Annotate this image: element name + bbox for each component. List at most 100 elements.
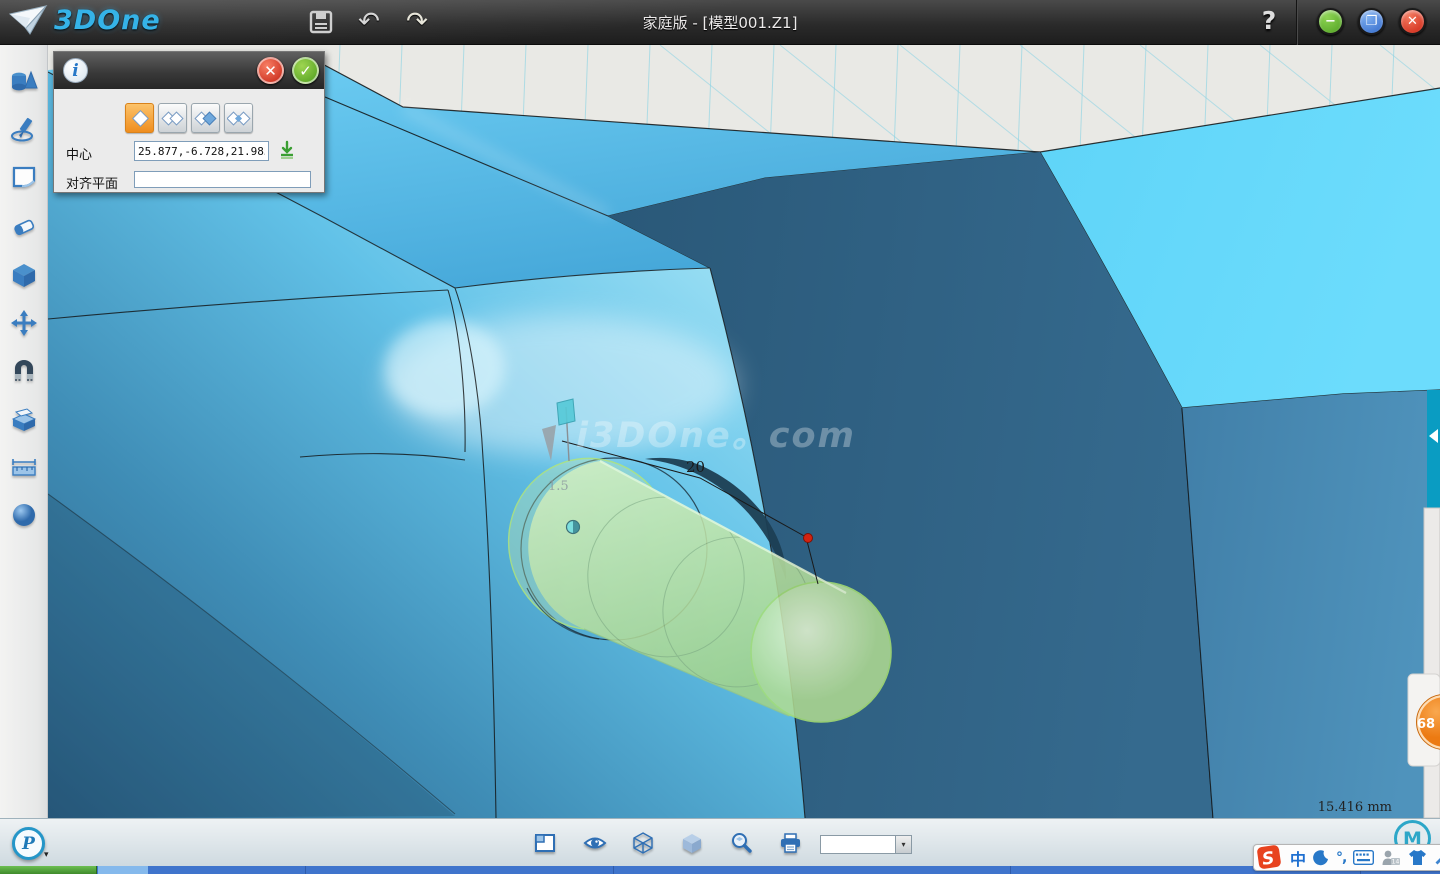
app-window: 3DOne ↶ ↷ 家庭版 - [模型001.Z1] ? − ❐ ✕ [0, 0, 1440, 874]
paper-plane-icon [8, 4, 48, 36]
scale-readout: 15.416 mm [1318, 800, 1392, 815]
print-button[interactable] [779, 832, 801, 854]
os-taskbar[interactable] [0, 866, 1440, 874]
sidebar-primitives-button[interactable] [7, 63, 41, 99]
pen-caret[interactable]: ▾ [44, 850, 49, 860]
ime-settings-button[interactable] [1434, 849, 1440, 866]
shaded-cube-icon [681, 832, 703, 854]
dialog-cancel-button[interactable]: ✕ [257, 57, 284, 84]
3d-viewport[interactable]: 20 1.5 i3DOne。com 15.416 mm [48, 45, 1440, 818]
keyboard-icon [1353, 850, 1374, 865]
ruler-icon [10, 456, 38, 478]
watermark: i3DOne。com [576, 416, 856, 456]
undo-button[interactable]: ↶ [353, 6, 385, 38]
mode-base-button[interactable] [125, 103, 154, 133]
combine-solids-icon [10, 406, 38, 432]
sidebar-material-button[interactable] [7, 497, 41, 533]
center-point-marker[interactable] [567, 521, 580, 534]
pick-point-button[interactable] [277, 140, 297, 160]
viewport-layout-button[interactable] [534, 832, 556, 854]
ime-language-toggle[interactable]: 中 [1290, 846, 1306, 870]
visibility-button[interactable] [583, 832, 605, 854]
view-scale-dropdown-arrow[interactable]: ▾ [896, 835, 912, 854]
wrench-icon [1434, 849, 1440, 866]
ime-punctuation-toggle[interactable]: °, [1336, 850, 1346, 866]
save-button[interactable] [305, 6, 337, 38]
info-icon: i [63, 58, 88, 83]
help-button[interactable]: ? [1254, 6, 1284, 38]
subtract-diamonds-icon [194, 107, 218, 129]
badge-count: 68 [1417, 717, 1435, 732]
right-collapsed-panel[interactable] [1424, 508, 1440, 818]
ime-fullwidth-toggle[interactable] [1313, 850, 1329, 866]
redo-button[interactable]: ↷ [401, 6, 433, 38]
align-plane-field-label: 对齐平面 [66, 173, 118, 192]
brand-text: 3DOne [54, 5, 161, 36]
pen-mode-badge[interactable]: P [12, 827, 45, 860]
sidebar-plane-button[interactable] [7, 159, 41, 195]
move-arrows-icon [10, 309, 38, 337]
dialog-confirm-button[interactable]: ✓ [292, 57, 319, 84]
sidebar-combine-button[interactable] [7, 401, 41, 437]
close-button[interactable]: ✕ [1399, 8, 1426, 35]
drag-handle-point[interactable] [804, 534, 813, 543]
center-field-label: 中心 [66, 144, 92, 163]
dimension-length-label: 20 [686, 458, 705, 476]
sogou-logo-button[interactable]: S [1256, 843, 1283, 870]
sidebar-feature-button[interactable] [7, 257, 41, 293]
undo-icon: ↶ [358, 7, 380, 37]
ime-soft-keyboard-button[interactable] [1353, 850, 1374, 865]
sidebar-erase-button[interactable] [7, 209, 41, 245]
base-diamond-icon [129, 107, 151, 129]
user-icon: 14 [1381, 849, 1401, 866]
view-scale-select[interactable] [820, 835, 896, 854]
taskbar-active-app-sliver[interactable] [98, 866, 148, 874]
ime-toolbar: S 中 °, 14 [1253, 844, 1440, 871]
minimize-button[interactable]: − [1317, 8, 1344, 35]
primitives-icon [10, 68, 38, 94]
ime-skin-button[interactable] [1408, 849, 1427, 866]
shaded-display-button[interactable] [681, 832, 703, 854]
align-plane-input[interactable] [134, 171, 311, 188]
center-coordinates-input[interactable] [134, 141, 269, 161]
cylinder-front-cap [751, 582, 891, 722]
zoom-button[interactable] [730, 832, 752, 854]
dimension-small-label: 1.5 [548, 479, 569, 494]
titlebar-separator [1296, 0, 1297, 45]
primitive-dialog: i ✕ ✓ [53, 51, 325, 193]
sketch-plane-icon [10, 164, 38, 190]
tshirt-icon [1408, 849, 1427, 866]
titlebar: 3DOne ↶ ↷ 家庭版 - [模型001.Z1] ? − ❐ ✕ [0, 0, 1440, 45]
restore-button[interactable]: ❐ [1358, 8, 1385, 35]
zoom-magnifier-icon [730, 832, 753, 855]
ime-account-button[interactable]: 14 [1381, 849, 1401, 866]
mode-add-button[interactable] [158, 103, 187, 133]
add-diamonds-icon [161, 107, 185, 129]
taskbar-start-sliver[interactable] [0, 866, 97, 874]
mode-subtract-button[interactable] [191, 103, 220, 133]
green-import-arrow-icon [277, 140, 297, 160]
taskbar-separator [613, 866, 614, 874]
sidebar-constraint-button[interactable] [7, 353, 41, 389]
app-logo: 3DOne [8, 4, 161, 36]
printer-icon [779, 832, 802, 854]
sidebar-sketch-button[interactable] [7, 111, 41, 147]
redo-icon: ↷ [406, 7, 428, 37]
sidebar-measure-button[interactable] [7, 449, 41, 485]
sidebar-move-button[interactable] [7, 305, 41, 341]
taskbar-separator [1010, 866, 1011, 874]
user-badge-count: 14 [1392, 859, 1400, 866]
viewport-layout-icon [534, 832, 556, 854]
window-title: 家庭版 - [模型001.Z1] [643, 12, 798, 33]
wireframe-display-button[interactable] [632, 832, 654, 854]
dialog-titlebar[interactable]: i ✕ ✓ [54, 52, 324, 89]
magnet-icon [10, 358, 38, 384]
view-toolbar: P ▾ [0, 818, 1440, 866]
right-panel-tab[interactable] [1427, 390, 1440, 508]
material-sphere-icon [11, 502, 37, 528]
model-face-steel-right[interactable] [1182, 390, 1440, 818]
mode-intersect-button[interactable] [224, 103, 253, 133]
eye-icon [583, 832, 607, 854]
moon-icon [1313, 850, 1329, 866]
cube-icon [11, 262, 37, 288]
